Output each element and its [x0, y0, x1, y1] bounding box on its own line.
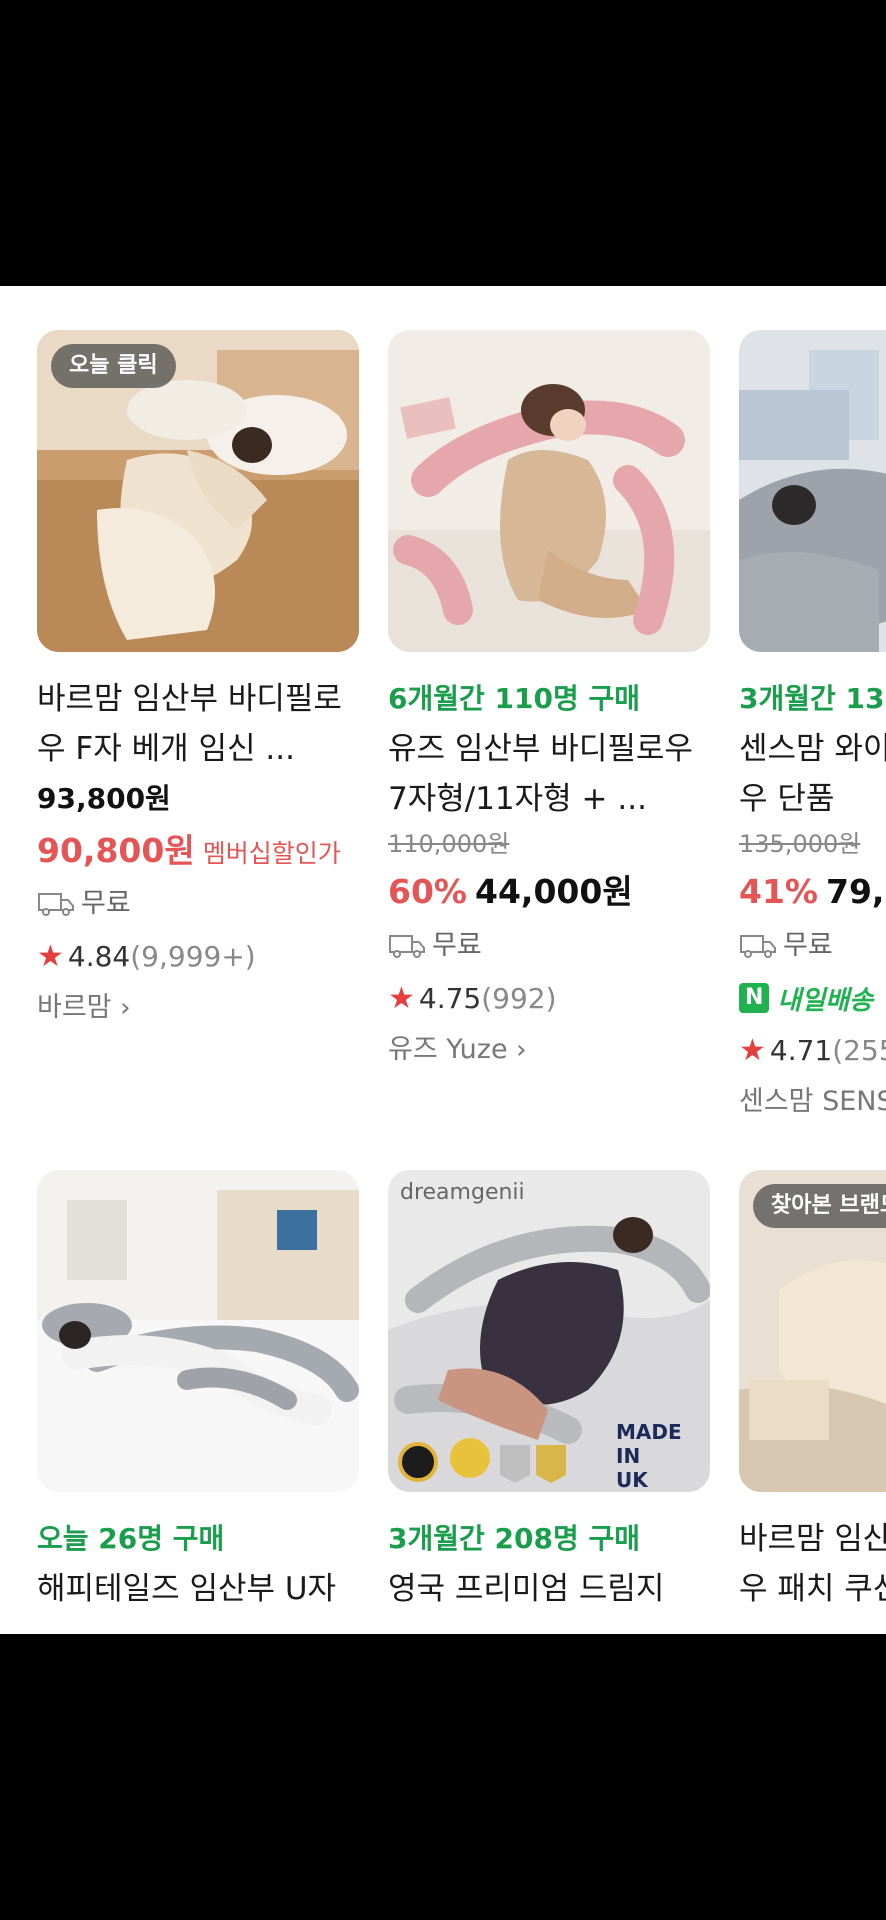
- shipping-row: 무료: [739, 920, 886, 972]
- dreamgenii-logo: dreamgenii: [400, 1180, 525, 1205]
- rating-value: 4.75: [418, 981, 482, 1015]
- next-day-delivery-label: 내일배송: [777, 985, 874, 1016]
- product-title[interactable]: 센스맘 와이드 바디필로우 단품: [739, 724, 886, 824]
- purchase-count: 3개월간 208명 구매: [388, 1522, 640, 1555]
- product-title[interactable]: 바르맘 임산부 바디필로우 F자 베개 임신 ...: [37, 674, 359, 774]
- purchase-count: 오늘 26명 구매: [37, 1522, 225, 1555]
- discount-price-row: 41%79,000원: [739, 864, 886, 920]
- purchase-count: 3개월간 131명 구매: [739, 682, 886, 715]
- discount-rate: 60%: [388, 872, 467, 911]
- shipping-row: 무료: [388, 920, 710, 972]
- star-icon: ★: [388, 980, 415, 1016]
- store-name: 바르맘: [37, 992, 112, 1023]
- naver-n-icon: N: [739, 983, 770, 1013]
- store-link[interactable]: 바르맘 ›: [37, 982, 359, 1034]
- rating-row: ★ 4.71(255): [739, 1024, 886, 1076]
- store-name: 유즈 Yuze: [388, 1034, 508, 1065]
- rating-value: 4.84: [67, 939, 131, 973]
- discount-price-row: 60% 44,000원: [388, 864, 710, 920]
- product-card[interactable]: 3개월간 131명 구매 센스맘 와이드 바디필로우 단품 135,000원 4…: [739, 330, 886, 1128]
- shipping-row: 무료: [37, 878, 359, 930]
- review-count: (255): [832, 1033, 886, 1067]
- review-count: (992): [481, 981, 557, 1015]
- store-link[interactable]: 유즈 Yuze ›: [388, 1024, 710, 1076]
- product-image[interactable]: dreamgenii MADE IN UK: [388, 1170, 710, 1492]
- star-icon: ★: [739, 1032, 766, 1068]
- store-link[interactable]: 센스맘 SENSEMOM: [739, 1076, 886, 1128]
- review-count: (9,999+): [130, 939, 256, 973]
- uk-label: UK: [616, 1468, 648, 1492]
- truck-icon: [38, 893, 74, 916]
- original-price: 135,000원: [739, 830, 861, 858]
- shipping-label: 무료: [81, 888, 131, 919]
- purchase-count: 6개월간 110명 구매: [388, 682, 640, 715]
- rating-value: 4.71: [769, 1033, 833, 1067]
- product-title[interactable]: 영국 프리미엄 드림지: [388, 1564, 710, 1614]
- shipping-label: 무료: [432, 930, 482, 961]
- delivery-row: N 내일배송: [739, 972, 886, 1024]
- product-card[interactable]: 6개월간 110명 구매 유즈 임산부 바디필로우 7자형/11자형 + ...…: [388, 330, 710, 1076]
- product-card[interactable]: dreamgenii MADE IN UK 3개월간 208명 구매 영국 프리…: [388, 1170, 710, 1614]
- product-title[interactable]: 유즈 임산부 바디필로우 7자형/11자형 + ...: [388, 724, 710, 824]
- product-card[interactable]: 찾아본 브랜드 바르맘 임산부 바디필로우 패치 쿠션: [739, 1170, 886, 1614]
- product-image[interactable]: 오늘 클릭: [37, 330, 359, 652]
- product-card[interactable]: 오늘 26명 구매 해피테일즈 임산부 U자: [37, 1170, 359, 1614]
- product-price: 93,800원: [37, 782, 171, 815]
- chevron-right-icon: ›: [516, 1035, 527, 1065]
- member-price-label: 멤버십할인가: [202, 839, 341, 868]
- truck-icon: [389, 935, 425, 958]
- shipping-label: 무료: [783, 930, 833, 961]
- truck-icon: [740, 935, 776, 958]
- rating-row: ★ 4.75 (992): [388, 972, 710, 1024]
- today-click-tag: 오늘 클릭: [51, 344, 176, 388]
- product-image[interactable]: [37, 1170, 359, 1492]
- rating-row: ★ 4.84 (9,999+): [37, 930, 359, 982]
- member-price-value: 90,800원: [37, 831, 195, 870]
- viewed-brand-tag: 찾아본 브랜드: [753, 1184, 886, 1228]
- made-in-label: MADE IN: [616, 1420, 682, 1468]
- star-icon: ★: [37, 938, 64, 974]
- product-image[interactable]: [739, 330, 886, 652]
- chevron-right-icon: ›: [120, 993, 131, 1023]
- sale-price: 79,000원: [826, 872, 886, 911]
- product-card[interactable]: 오늘 클릭 바르맘 임산부 바디필로우 F자 베개 임신 ... 93,800원…: [37, 330, 359, 1034]
- product-title[interactable]: 해피테일즈 임산부 U자: [37, 1564, 359, 1614]
- product-image[interactable]: [388, 330, 710, 652]
- member-price: 90,800원 멤버십할인가: [37, 824, 359, 878]
- discount-rate: 41%: [739, 872, 818, 911]
- original-price: 110,000원: [388, 830, 510, 858]
- product-image[interactable]: 찾아본 브랜드: [739, 1170, 886, 1492]
- sale-price: 44,000원: [475, 872, 633, 911]
- made-in-uk-badge: MADE IN UK: [616, 1420, 710, 1492]
- product-grid-screen: 오늘 클릭 바르맘 임산부 바디필로우 F자 베개 임신 ... 93,800원…: [0, 286, 886, 1634]
- product-title[interactable]: 바르맘 임산부 바디필로우 패치 쿠션: [739, 1514, 886, 1614]
- store-name: 센스맘 SENSEMOM: [739, 1086, 886, 1117]
